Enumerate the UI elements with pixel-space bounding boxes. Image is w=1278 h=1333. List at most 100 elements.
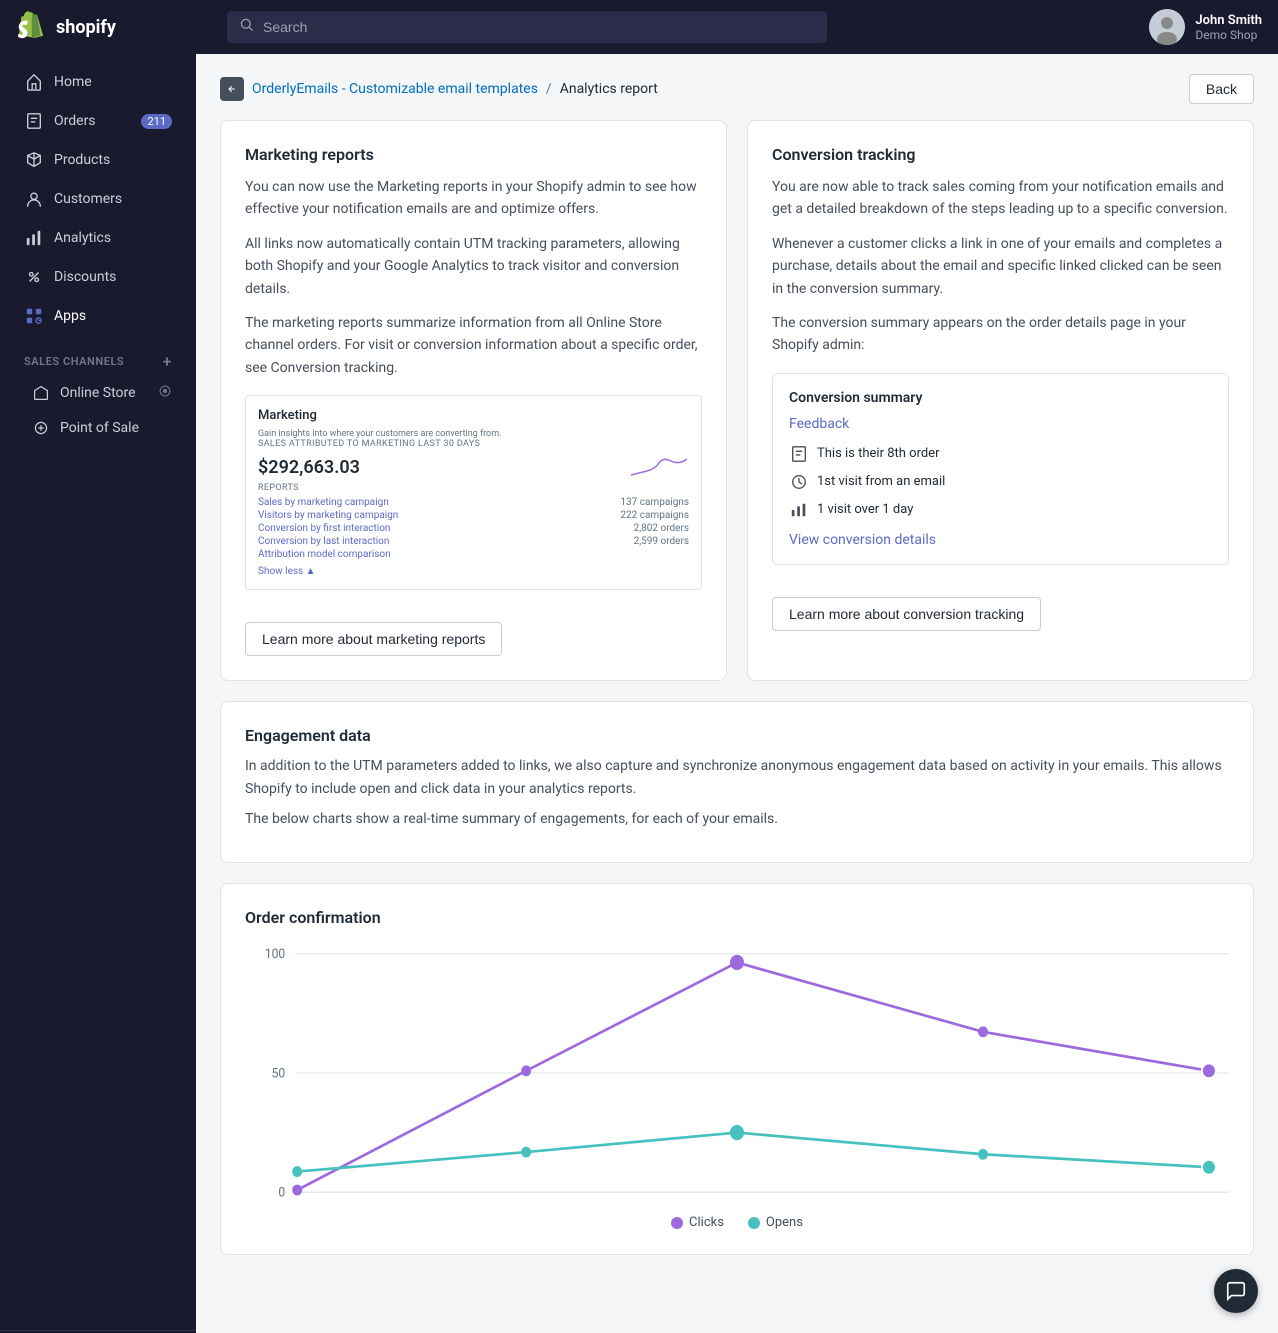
sidebar-products-label: Products: [54, 152, 110, 168]
sidebar-analytics-label: Analytics: [54, 230, 111, 246]
breadcrumb-separator: /: [546, 81, 552, 97]
feedback-link[interactable]: Feedback: [789, 416, 1212, 432]
home-icon: [24, 72, 44, 92]
clicks-label: Clicks: [689, 1215, 724, 1230]
view-conversion-details-link[interactable]: View conversion details: [789, 532, 936, 548]
chart-container: 100 50 0: [245, 943, 1229, 1203]
clock-icon: [789, 472, 809, 492]
chat-bubble[interactable]: [1214, 1269, 1258, 1313]
engagement-title: Engagement data: [245, 726, 1229, 745]
chart-title: Order confirmation: [245, 908, 1229, 927]
sidebar-orders-label: Orders: [54, 113, 96, 129]
breadcrumb-current-page: Analytics report: [560, 81, 658, 97]
breadcrumb-back-icon[interactable]: [220, 77, 244, 101]
cards-row: Marketing reports You can now use the Ma…: [220, 120, 1254, 681]
ms-show-less[interactable]: Show less ▲: [258, 566, 689, 577]
user-menu[interactable]: John Smith Demo Shop: [1149, 9, 1262, 45]
search-bar[interactable]: [227, 11, 827, 43]
marketing-para3: The marketing reports summarize informat…: [245, 312, 702, 379]
conv-item-3: 1 visit over 1 day: [789, 500, 1212, 520]
sidebar-item-discounts[interactable]: Discounts: [8, 258, 188, 296]
marketing-reports-card: Marketing reports You can now use the Ma…: [220, 120, 727, 681]
analytics-icon: [24, 228, 44, 248]
products-icon: [24, 150, 44, 170]
conversion-summary-title: Conversion summary: [789, 390, 1212, 406]
ms-amount: $292,663.03: [258, 453, 689, 481]
marketing-screenshot: Marketing Gain insights into where your …: [245, 395, 702, 590]
view-store-icon[interactable]: [158, 384, 172, 402]
store-icon: [32, 384, 50, 402]
conv-item-1: This is their 8th order: [789, 444, 1212, 464]
chat-icon: [1225, 1280, 1247, 1302]
online-store-label: Online Store: [60, 385, 136, 401]
sidebar-customers-label: Customers: [54, 191, 122, 207]
sidebar-item-orders[interactable]: Orders 211: [8, 102, 188, 140]
sidebar-item-apps[interactable]: Apps: [8, 297, 188, 335]
breadcrumb-app-link[interactable]: OrderlyEmails - Customizable email templ…: [252, 81, 538, 97]
avatar: [1149, 9, 1185, 45]
ms-row-3: Conversion by first interaction 2,802 or…: [258, 523, 689, 534]
ms-reports-label: REPORTS: [258, 483, 689, 493]
clicks-dot: [671, 1217, 683, 1229]
ms-subtitle: Gain insights into where your customers …: [258, 429, 689, 439]
discounts-icon: [24, 267, 44, 287]
engagement-card: Engagement data In addition to the UTM p…: [220, 701, 1254, 863]
ms-row-2: Visitors by marketing campaign 222 campa…: [258, 510, 689, 521]
sales-channels-header: SALES CHANNELS +: [8, 336, 188, 375]
conversion-tracking-card: Conversion tracking You are now able to …: [747, 120, 1254, 681]
legend-clicks: Clicks: [671, 1215, 724, 1230]
topnav: shopify John Smith Demo Shop: [0, 0, 1278, 54]
ms-row-4: Conversion by last interaction 2,599 ord…: [258, 536, 689, 547]
conversion-tracking-title: Conversion tracking: [772, 145, 1229, 164]
learn-more-marketing-btn[interactable]: Learn more about marketing reports: [245, 622, 502, 656]
chart-svg: 100 50 0: [245, 943, 1229, 1203]
sidebar-apps-label: Apps: [54, 308, 86, 324]
search-input[interactable]: [263, 19, 815, 35]
receipt-icon: [789, 444, 809, 464]
logo[interactable]: shopify: [16, 11, 211, 43]
sidebar-item-products[interactable]: Products: [8, 141, 188, 179]
main-content: OrderlyEmails - Customizable email templ…: [196, 54, 1278, 1333]
shopify-text: shopify: [56, 17, 116, 38]
svg-text:0: 0: [278, 1185, 285, 1201]
pos-label: Point of Sale: [60, 420, 139, 436]
ms-row-5: Attribution model comparison: [258, 549, 689, 560]
conversion-para1: You are now able to track sales coming f…: [772, 176, 1229, 221]
sidebar-item-analytics[interactable]: Analytics: [8, 219, 188, 257]
ms-sales-label: SALES ATTRIBUTED TO MARKETING LAST 30 DA…: [258, 439, 689, 449]
sidebar-discounts-label: Discounts: [54, 269, 116, 285]
conv-item-2: 1st visit from an email: [789, 472, 1212, 492]
chart-legend: Clicks Opens: [245, 1215, 1229, 1230]
opens-dot: [748, 1217, 760, 1229]
sidebar-home-label: Home: [54, 74, 92, 90]
conversion-items: This is their 8th order 1st visit from a…: [789, 444, 1212, 520]
engagement-para1: In addition to the UTM parameters added …: [245, 755, 1229, 800]
customers-icon: [24, 189, 44, 209]
conversion-para2: Whenever a customer clicks a link in one…: [772, 233, 1229, 300]
ms-row-1: Sales by marketing campaign 137 campaign…: [258, 497, 689, 508]
sidebar-item-online-store[interactable]: Online Store: [8, 376, 188, 410]
orders-icon: [24, 111, 44, 131]
sidebar-item-home[interactable]: Home: [8, 63, 188, 101]
sidebar-item-customers[interactable]: Customers: [8, 180, 188, 218]
engagement-para2: The below charts show a real-time summar…: [245, 808, 1229, 830]
opens-label: Opens: [766, 1215, 803, 1230]
legend-opens: Opens: [748, 1215, 803, 1230]
conversion-summary-box: Conversion summary Feedback This is thei…: [772, 373, 1229, 565]
add-channel-icon[interactable]: +: [163, 352, 172, 371]
sidebar-item-pos[interactable]: Point of Sale: [8, 411, 188, 445]
marketing-para2: All links now automatically contain UTM …: [245, 233, 702, 300]
apps-icon: [24, 306, 44, 326]
search-icon: [239, 17, 255, 37]
svg-text:100: 100: [265, 947, 285, 963]
learn-more-conversion-btn[interactable]: Learn more about conversion tracking: [772, 597, 1041, 631]
user-info: John Smith Demo Shop: [1195, 13, 1262, 42]
svg-text:50: 50: [272, 1066, 286, 1082]
marketing-para1: You can now use the Marketing reports in…: [245, 176, 702, 221]
conversion-para3: The conversion summary appears on the or…: [772, 312, 1229, 357]
chart-card: Order confirmation 100 50 0: [220, 883, 1254, 1255]
back-button[interactable]: Back: [1189, 74, 1254, 104]
bar-chart-icon: [789, 500, 809, 520]
orders-badge: 211: [141, 114, 172, 129]
breadcrumb: OrderlyEmails - Customizable email templ…: [220, 74, 1254, 104]
